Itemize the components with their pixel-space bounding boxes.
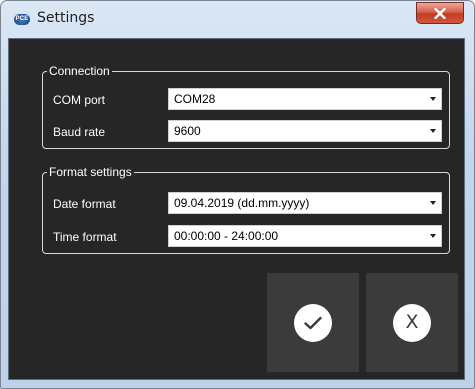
checkmark-icon [294,303,332,342]
baud-rate-label: Baud rate [53,125,106,139]
app-logo-icon: PCE [14,14,30,25]
connection-legend: Connection [49,64,110,78]
settings-window: PCE Settings Connection COM port COM28 B… [0,0,475,389]
format-settings-legend: Format settings [49,165,132,179]
com-port-select[interactable]: COM28 [168,88,442,110]
chevron-down-icon[interactable] [430,201,436,205]
date-format-value: 09.04.2019 (dd.mm.yyyy) [174,196,310,210]
date-format-label: Date format [53,197,116,211]
window-title: Settings [37,10,95,26]
com-port-value: COM28 [174,92,216,106]
close-button[interactable] [416,2,464,24]
x-icon: X [393,303,431,342]
cancel-glyph: X [405,311,419,333]
ok-button[interactable] [267,273,359,372]
time-format-label: Time format [53,230,117,244]
time-format-value: 00:00:00 - 24:00:00 [174,229,279,243]
close-icon [434,7,446,19]
com-port-label: COM port [53,93,106,107]
date-format-select[interactable]: 09.04.2019 (dd.mm.yyyy) [168,192,442,214]
baud-rate-select[interactable]: 9600 [168,120,442,142]
app-logo-text: PCE [15,16,29,22]
cancel-button[interactable]: X [366,273,458,372]
chevron-down-icon[interactable] [430,97,436,101]
chevron-down-icon[interactable] [430,129,436,133]
baud-rate-value: 9600 [174,124,201,138]
chevron-down-icon[interactable] [430,234,436,238]
title-bar[interactable]: PCE Settings [1,1,474,38]
settings-panel: Connection COM port COM28 Baud rate 9600… [8,38,465,380]
time-format-select[interactable]: 00:00:00 - 24:00:00 [168,225,442,247]
